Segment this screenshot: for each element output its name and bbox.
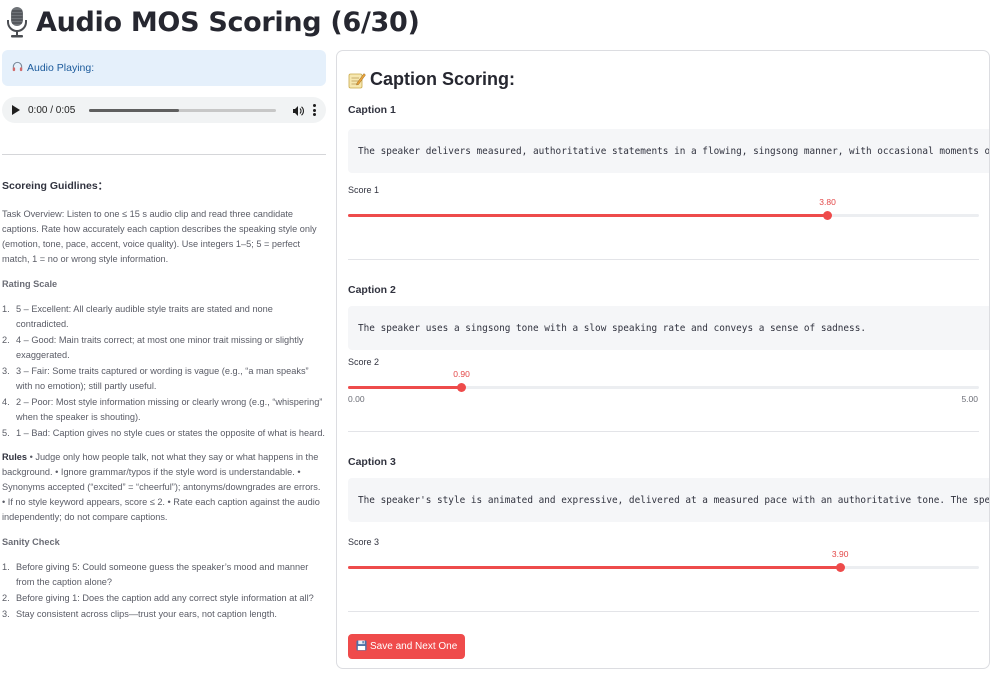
caption-1-text-box: The speaker delivers measured, authorita… xyxy=(348,129,990,173)
sanity-check-title: Sanity Check xyxy=(2,537,60,547)
microphone-icon xyxy=(4,6,30,38)
list-item: 2. Before giving 1: Does the caption add … xyxy=(2,593,314,603)
score-2-label: Score 2 xyxy=(348,357,380,367)
caption-3-text-box: The speaker's style is animated and expr… xyxy=(348,478,990,522)
audio-progress-bar[interactable] xyxy=(89,108,276,112)
scoring-heading: Caption Scoring: xyxy=(370,69,515,89)
list-item: 2. 4 – Good: Main traits correct; at most… xyxy=(2,335,304,360)
volume-icon[interactable] xyxy=(292,104,304,116)
list-item: 1. Before giving 5: Could someone guess t… xyxy=(2,562,309,587)
audio-time: 0:00 / 0:05 xyxy=(28,104,76,116)
list-item: 3. Stay consistent across clips—trust you… xyxy=(2,609,277,619)
score-3-label: Score 3 xyxy=(348,537,380,547)
floppy-disk-icon xyxy=(356,639,367,654)
save-button-label: Save and Next One xyxy=(370,641,458,652)
score-1-label: Score 1 xyxy=(348,185,380,195)
score-3-slider[interactable]: 3.90 xyxy=(348,549,979,574)
list-item: 4. 2 – Poor: Most style information missi… xyxy=(2,397,323,422)
slider-thumb[interactable] xyxy=(835,563,845,572)
audio-status-banner: Audio Playing: xyxy=(2,50,326,86)
page-title: Audio MOS Scoring (6/30) xyxy=(36,6,420,38)
divider xyxy=(348,259,979,260)
list-item: 3. 3 – Fair: Some traits captured or word… xyxy=(2,366,309,391)
more-options-icon[interactable] xyxy=(312,104,316,116)
left-panel: Audio Playing: 0:00 / 0:05 Scoreing Guid… xyxy=(2,50,326,631)
memo-icon xyxy=(348,71,366,89)
slider-value: 3.90 xyxy=(831,549,849,559)
divider xyxy=(348,611,979,612)
rating-scale-list: 1. 5 – Excellent: All clearly audible sty… xyxy=(2,302,326,441)
save-and-next-button[interactable]: Save and Next One xyxy=(348,634,466,659)
audio-player[interactable]: 0:00 / 0:05 xyxy=(2,97,326,123)
scoring-header: Caption Scoring: xyxy=(348,69,515,90)
slider-min-label: 0.00 xyxy=(348,394,365,404)
slider-value: 3.80 xyxy=(819,197,836,207)
score-2-slider[interactable]: 0.90 xyxy=(348,369,979,394)
slider-value: 0.90 xyxy=(453,369,470,379)
rules-text: Rules • Judge only how people talk, not … xyxy=(2,452,321,522)
scoring-guidelines: Scoreing Guidlines： Task Overview: Liste… xyxy=(2,179,326,622)
task-overview: Task Overview: Listen to one ≤ 15 s audi… xyxy=(2,209,317,264)
caption-2-text: The speaker uses a singsong tone with a … xyxy=(358,322,866,334)
audio-status-text: Audio Playing: xyxy=(27,62,95,74)
caption-scoring-card: Caption Scoring: Caption 1 The speaker d… xyxy=(336,50,990,669)
caption-3-text: The speaker's style is animated and expr… xyxy=(358,494,990,506)
score-1-slider[interactable]: 3.80 xyxy=(348,197,979,222)
slider-max-label: 5.00 xyxy=(961,394,978,404)
list-item: 5. 1 – Bad: Caption gives no style cues o… xyxy=(2,428,325,438)
caption-1-title: Caption 1 xyxy=(348,104,396,116)
page-header: Audio MOS Scoring (6/30) xyxy=(4,4,420,40)
rating-scale-title: Rating Scale xyxy=(2,279,58,289)
caption-2-text-box: The speaker uses a singsong tone with a … xyxy=(348,306,989,350)
divider xyxy=(2,154,326,155)
play-icon[interactable] xyxy=(12,105,20,115)
guidelines-heading: Scoreing Guidlines： xyxy=(2,180,109,192)
headphones-icon xyxy=(12,61,23,75)
divider xyxy=(348,431,979,432)
caption-2-title: Caption 2 xyxy=(348,284,396,296)
list-item: 1. 5 – Excellent: All clearly audible sty… xyxy=(2,304,273,329)
slider-thumb[interactable] xyxy=(823,211,833,220)
caption-3-title: Caption 3 xyxy=(348,456,396,468)
sanity-check-list: 1. Before giving 5: Could someone guess t… xyxy=(2,560,326,622)
caption-1-text: The speaker delivers measured, authorita… xyxy=(358,145,990,157)
slider-thumb[interactable] xyxy=(457,383,467,392)
